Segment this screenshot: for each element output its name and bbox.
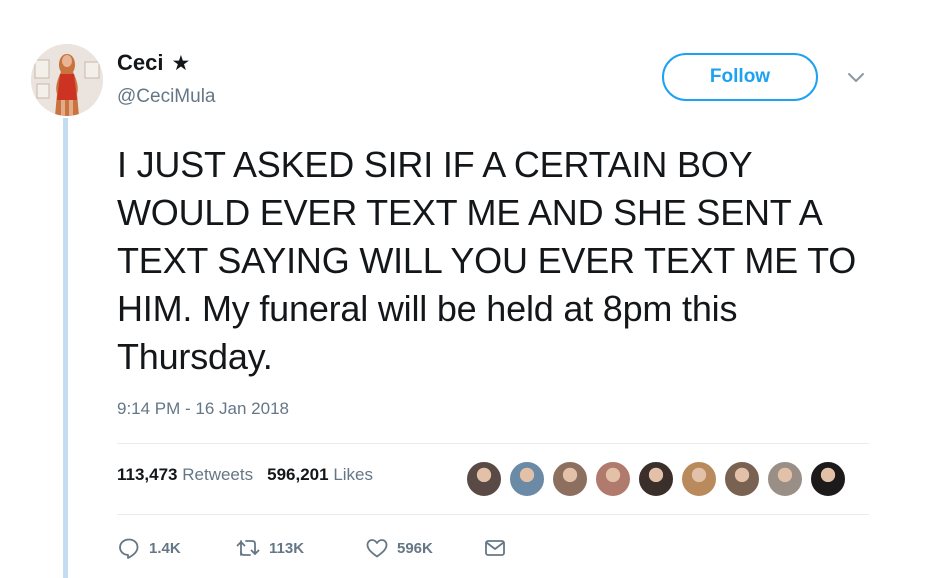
engagement-stats: 113,473 Retweets 596,201 Likes: [117, 465, 373, 485]
liker-avatar[interactable]: [594, 460, 632, 498]
liker-avatar[interactable]: [508, 460, 546, 498]
liker-avatars: [465, 460, 852, 498]
liker-avatar[interactable]: [551, 460, 589, 498]
action-bar: 1.4K 113K 596K: [117, 536, 507, 560]
retweet-button[interactable]: 113K: [235, 536, 365, 560]
liker-avatar[interactable]: [637, 460, 675, 498]
liker-avatar[interactable]: [723, 460, 761, 498]
thread-line: [63, 118, 68, 578]
divider-top: [117, 443, 869, 444]
retweets-stat[interactable]: 113,473 Retweets: [117, 465, 253, 485]
like-count: 596K: [397, 539, 433, 557]
profile-photo: [31, 44, 103, 116]
liker-avatar[interactable]: [809, 460, 847, 498]
direct-message-button[interactable]: [483, 536, 507, 560]
reply-count: 1.4K: [149, 539, 181, 557]
heart-icon: [366, 539, 388, 558]
likes-count: 596,201: [267, 465, 329, 484]
envelope-icon: [485, 540, 505, 556]
reply-button[interactable]: 1.4K: [117, 536, 235, 560]
like-button[interactable]: 596K: [365, 536, 483, 560]
avatar[interactable]: [31, 44, 103, 116]
likes-stat[interactable]: 596,201 Likes: [267, 465, 373, 485]
liker-avatar[interactable]: [680, 460, 718, 498]
liker-avatar[interactable]: [766, 460, 804, 498]
retweet-icon: [236, 540, 260, 556]
star-icon: ★: [171, 51, 191, 75]
reply-icon: [119, 538, 139, 559]
retweets-label: Retweets: [182, 465, 254, 484]
divider-bottom: [117, 514, 869, 515]
display-name[interactable]: Ceci: [117, 50, 163, 76]
likes-label: Likes: [333, 465, 373, 484]
tweet-timestamp[interactable]: 9:14 PM - 16 Jan 2018: [117, 399, 289, 419]
retweets-count: 113,473: [117, 465, 178, 484]
follow-button[interactable]: Follow: [662, 53, 818, 101]
user-handle[interactable]: @CeciMula: [117, 86, 215, 108]
chevron-down-icon[interactable]: [845, 66, 867, 88]
name-row: Ceci ★: [117, 50, 190, 76]
tweet-text: I JUST ASKED SIRI IF A CERTAIN BOY WOULD…: [117, 144, 857, 377]
retweet-count: 113K: [269, 539, 305, 557]
liker-avatar[interactable]: [465, 460, 503, 498]
